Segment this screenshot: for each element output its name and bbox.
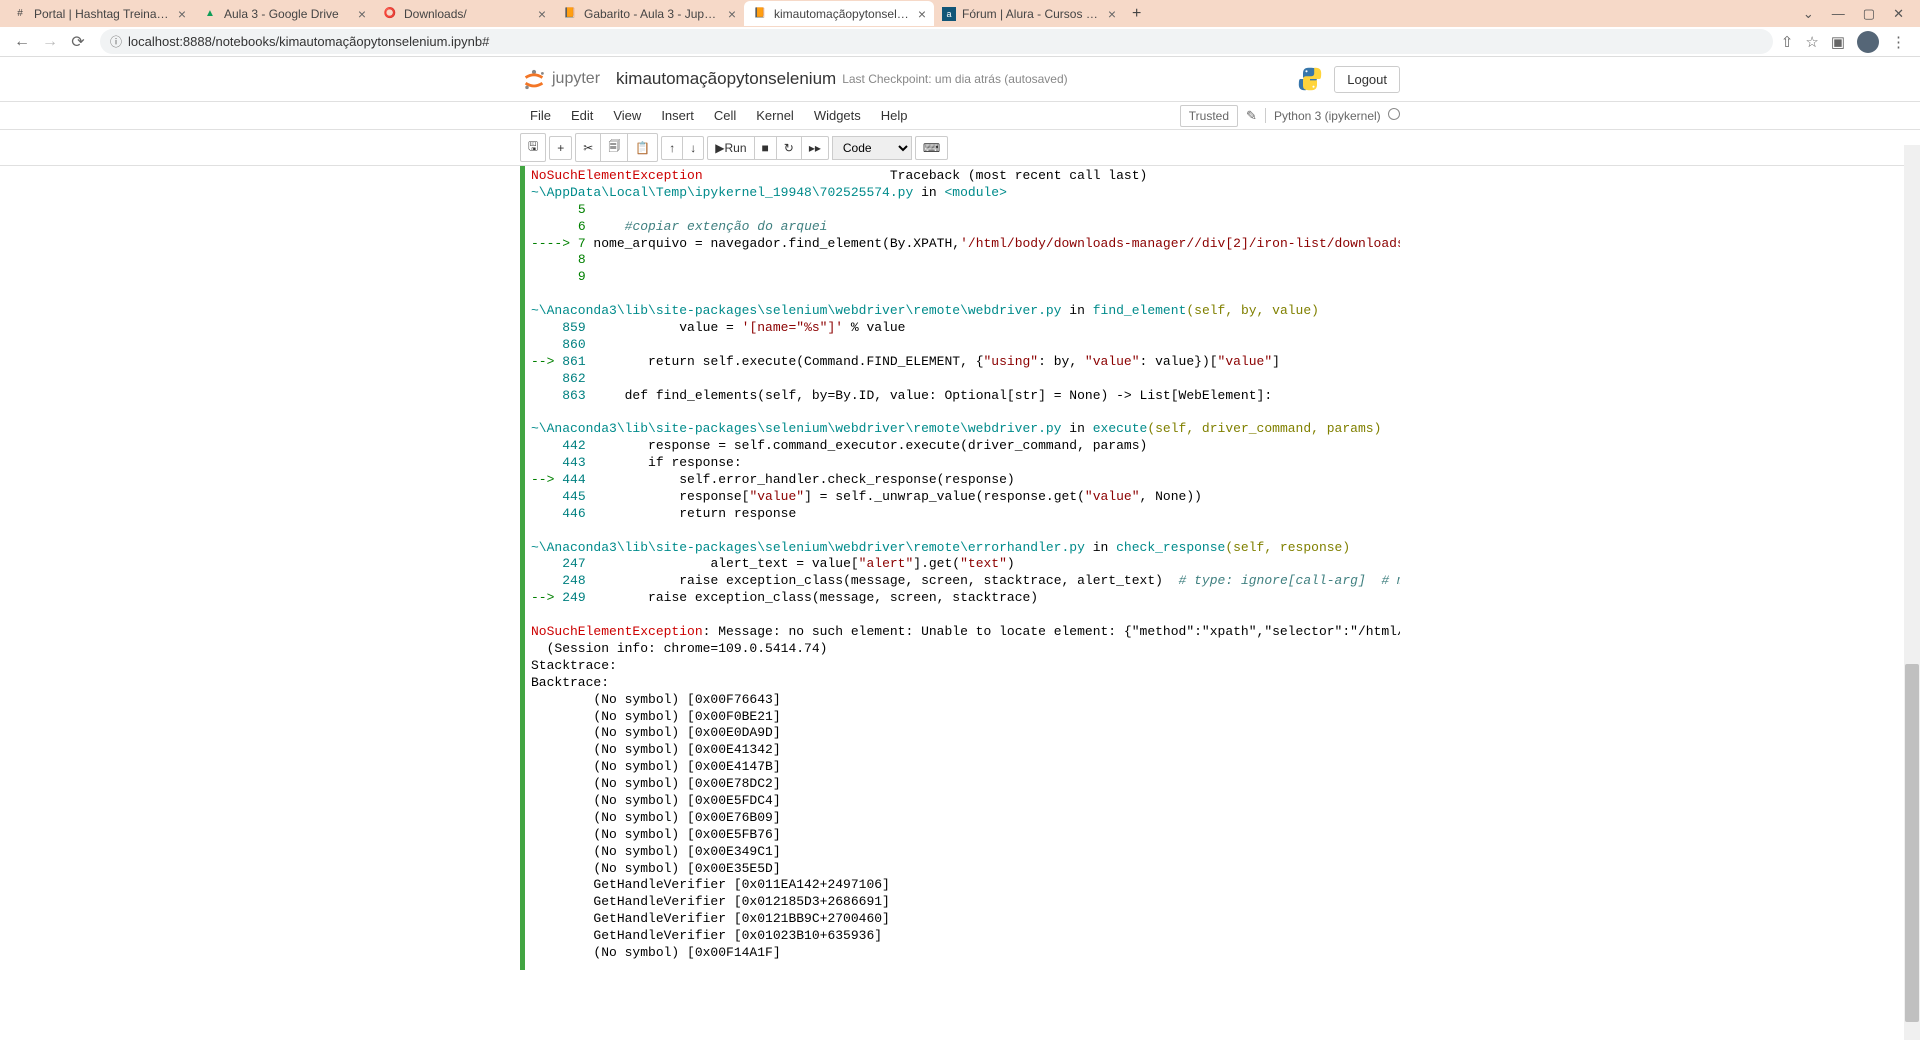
jupyter-header: jupyter kimautomaçãopytonselenium Last C…	[0, 57, 1920, 102]
menu-widgets[interactable]: Widgets	[804, 102, 871, 129]
jupyter-logo[interactable]: jupyter	[520, 65, 600, 93]
menu-file[interactable]: File	[520, 102, 561, 129]
jupyter-logo-text: jupyter	[552, 70, 600, 88]
browser-tab[interactable]: a Fórum | Alura - Cursos online de ×	[934, 1, 1124, 26]
browser-tab[interactable]: 📙 Gabarito - Aula 3 - Jupyter Notel ×	[554, 1, 744, 26]
edit-icon[interactable]: ✎	[1246, 108, 1257, 124]
tab-title: Gabarito - Aula 3 - Jupyter Notel	[584, 7, 722, 21]
close-icon[interactable]: ×	[538, 6, 546, 22]
favicon-icon: ▲	[202, 6, 218, 22]
menu-bar: File Edit View Insert Cell Kernel Widget…	[0, 102, 1920, 130]
kernel-name[interactable]: Python 3 (ipykernel)	[1265, 108, 1400, 123]
minimize-icon[interactable]: —	[1832, 6, 1845, 22]
kernel-indicator-icon	[1388, 108, 1400, 120]
tab-title: Fórum | Alura - Cursos online de	[962, 7, 1102, 21]
browser-tab-active[interactable]: 📙 kimautomaçãopytonselenium - J ×	[744, 1, 934, 26]
trusted-badge[interactable]: Trusted	[1180, 105, 1238, 127]
output-cell: NoSuchElementException Traceback (most r…	[520, 166, 1400, 970]
share-icon[interactable]: ⇧	[1781, 33, 1794, 51]
forward-button[interactable]: →	[38, 30, 62, 54]
side-panel-icon[interactable]: ▣	[1831, 33, 1845, 51]
close-icon[interactable]: ×	[918, 6, 926, 22]
checkpoint-text: Last Checkpoint: um dia atrás (autosaved…	[842, 72, 1067, 86]
close-icon[interactable]: ×	[178, 6, 186, 22]
move-up-button[interactable]: ↑	[661, 136, 683, 160]
browser-tab[interactable]: # Portal | Hashtag Treinamentos ×	[4, 1, 194, 26]
menu-cell[interactable]: Cell	[704, 102, 746, 129]
command-palette-button[interactable]: ⌨	[915, 136, 948, 160]
browser-tab-strip: # Portal | Hashtag Treinamentos × ▲ Aula 3 …	[0, 0, 1920, 27]
python-icon	[1296, 65, 1324, 93]
tab-title: Aula 3 - Google Drive	[224, 7, 352, 21]
notebook-name[interactable]: kimautomaçãopytonselenium	[616, 69, 836, 89]
favicon-icon: 📙	[562, 6, 578, 22]
bookmark-icon[interactable]: ☆	[1805, 33, 1818, 51]
copy-button[interactable]: 🗐	[600, 133, 628, 162]
site-info-icon[interactable]: ⓘ	[110, 33, 122, 50]
close-icon[interactable]: ×	[728, 6, 736, 22]
menu-icon[interactable]: ⋮	[1891, 33, 1906, 51]
menu-edit[interactable]: Edit	[561, 102, 603, 129]
menu-view[interactable]: View	[603, 102, 651, 129]
menu-kernel[interactable]: Kernel	[746, 102, 804, 129]
notebook-container[interactable]: NoSuchElementException Traceback (most r…	[0, 166, 1920, 1061]
add-cell-button[interactable]: +	[549, 136, 572, 160]
back-button[interactable]: ←	[10, 30, 34, 54]
new-tab-button[interactable]: +	[1124, 5, 1149, 23]
run-button[interactable]: ▶ Run	[707, 136, 754, 160]
scrollbar-thumb[interactable]	[1905, 664, 1919, 1022]
traceback-output: NoSuchElementException Traceback (most r…	[531, 166, 1400, 970]
restart-run-all-button[interactable]: ▸▸	[801, 136, 829, 160]
scrollbar-track[interactable]	[1904, 145, 1920, 1040]
url-input[interactable]: ⓘ localhost:8888/notebooks/kimautomaçãop…	[100, 29, 1773, 54]
save-button[interactable]: 🖫	[520, 133, 546, 162]
toolbar: 🖫 + ✂ 🗐 📋 ↑ ↓ ▶ Run ■ ↻ ▸▸ Code ⌨	[0, 130, 1920, 166]
browser-tab[interactable]: ⭕ Downloads/ ×	[374, 1, 554, 26]
restart-button[interactable]: ↻	[776, 136, 802, 160]
address-bar: ← → ⟳ ⓘ localhost:8888/notebooks/kimauto…	[0, 27, 1920, 57]
url-text: localhost:8888/notebooks/kimautomaçãopyt…	[128, 34, 489, 49]
reload-button[interactable]: ⟳	[66, 30, 90, 54]
menu-insert[interactable]: Insert	[651, 102, 704, 129]
profile-avatar[interactable]	[1857, 31, 1879, 53]
stop-button[interactable]: ■	[754, 136, 777, 160]
jupyter-icon	[520, 65, 548, 93]
logout-button[interactable]: Logout	[1334, 66, 1400, 93]
move-down-button[interactable]: ↓	[682, 136, 704, 160]
window-controls: ⌄ — ▢ ✕	[1803, 6, 1916, 22]
browser-tab[interactable]: ▲ Aula 3 - Google Drive ×	[194, 1, 374, 26]
favicon-icon: ⭕	[382, 6, 398, 22]
cut-button[interactable]: ✂	[575, 133, 601, 162]
menu-help[interactable]: Help	[871, 102, 918, 129]
close-window-icon[interactable]: ✕	[1893, 6, 1904, 22]
tab-title: Downloads/	[404, 7, 532, 21]
chevron-down-icon[interactable]: ⌄	[1803, 6, 1814, 22]
favicon-icon: 📙	[752, 6, 768, 22]
favicon-icon: #	[12, 6, 28, 22]
tab-title: kimautomaçãopytonselenium - J	[774, 7, 912, 21]
close-icon[interactable]: ×	[358, 6, 366, 22]
cell-type-select[interactable]: Code	[832, 136, 912, 160]
favicon-icon: a	[942, 7, 956, 21]
maximize-icon[interactable]: ▢	[1863, 6, 1875, 22]
close-icon[interactable]: ×	[1108, 6, 1116, 22]
paste-button[interactable]: 📋	[627, 133, 658, 162]
tab-title: Portal | Hashtag Treinamentos	[34, 7, 172, 21]
